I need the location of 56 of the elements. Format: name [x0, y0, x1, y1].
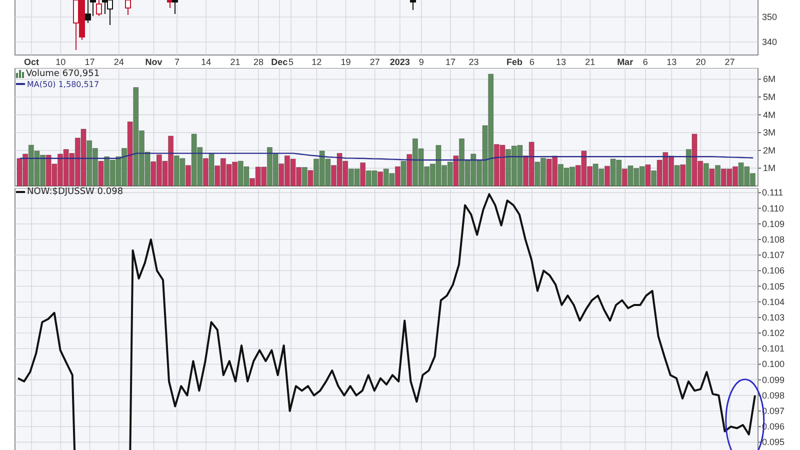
- axis-label: 0.100: [762, 359, 785, 370]
- date-label: Nov: [145, 57, 162, 67]
- date-label: 2023: [390, 57, 410, 67]
- candlestick: [410, 0, 416, 10]
- date-label: 6: [529, 57, 534, 67]
- date-label: 13: [556, 57, 566, 67]
- date-label: Feb: [506, 57, 523, 67]
- date-label: 21: [230, 57, 240, 67]
- date-label: 20: [696, 57, 706, 67]
- axis-label: 0.103: [762, 312, 785, 322]
- date-label: 28: [253, 57, 264, 67]
- axis-label: 0.104: [762, 296, 785, 307]
- axis-label: 2M: [763, 145, 776, 156]
- axis-label: 0.109: [762, 218, 785, 229]
- bar-chart-icon: [16, 70, 24, 78]
- date-label: Oct: [24, 57, 40, 67]
- date-label: 21: [585, 57, 596, 67]
- date-label: 17: [446, 57, 456, 67]
- legend-label: NOW:$DJUSSW 0.098: [27, 187, 124, 197]
- date-label: 10: [56, 57, 66, 67]
- axis-label: 0.108: [762, 234, 785, 244]
- date-label: Mar: [617, 57, 634, 67]
- axis-label: 0.099: [762, 374, 785, 385]
- legend-label: MA(50) 1,580,517: [27, 80, 100, 88]
- date-label: 5: [288, 57, 294, 67]
- axis-label: 0.102: [762, 328, 785, 338]
- date-label: 24: [114, 57, 124, 67]
- axis-label: 350: [762, 12, 778, 22]
- axis-label: 3M: [763, 128, 776, 138]
- date-label: 27: [724, 57, 735, 67]
- axis-label: 0.110: [762, 203, 784, 214]
- date-label: 13: [666, 57, 677, 67]
- candlestick: [125, 0, 131, 16]
- date-label: Dec: [271, 57, 288, 67]
- date-label: 9: [418, 57, 424, 67]
- axis-label: 0.106: [762, 266, 785, 276]
- axis-label: 0.107: [762, 250, 785, 260]
- legend-label: Volume 670,951: [26, 69, 100, 79]
- axis-label: 5M: [763, 92, 776, 102]
- axis-label: 0.101: [762, 344, 785, 354]
- axis-label: 1M: [763, 163, 776, 174]
- date-label: 6: [642, 57, 648, 67]
- date-label: 14: [201, 57, 212, 67]
- axis-label: 0.098: [762, 390, 785, 400]
- date-label: 19: [340, 57, 351, 67]
- date-label: 17: [84, 57, 95, 67]
- date-label: 12: [312, 57, 322, 67]
- axis-label: 0.111: [762, 188, 784, 198]
- axis-label: 0.105: [762, 281, 785, 292]
- date-label: 23: [468, 57, 479, 67]
- date-label: 7: [174, 57, 180, 67]
- axis-label: 6M: [763, 74, 776, 84]
- axis-label: 0.095: [762, 437, 785, 448]
- axis-label: 4M: [763, 110, 776, 120]
- date-label: 27: [370, 57, 380, 67]
- axis-label: 340: [762, 37, 778, 47]
